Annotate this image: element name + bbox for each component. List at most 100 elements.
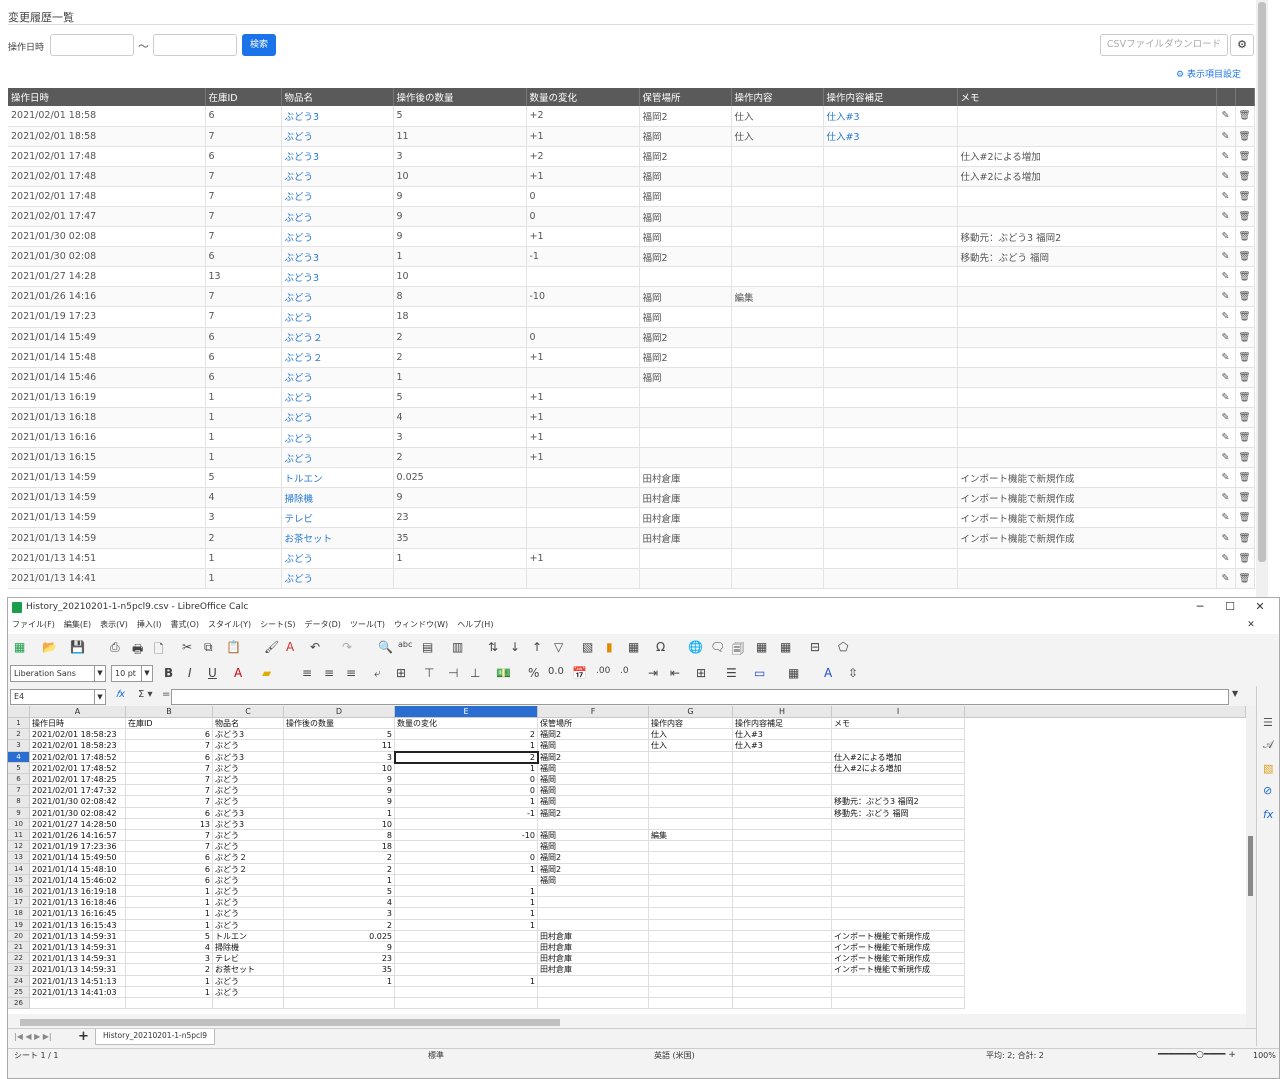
- merge-center-icon[interactable]: ⊞: [396, 666, 406, 680]
- cell-f3[interactable]: 福岡: [538, 740, 649, 752]
- cell-d8[interactable]: 9: [284, 796, 395, 808]
- cell-e16[interactable]: 1: [395, 886, 538, 898]
- item-name-link[interactable]: ぶどう: [281, 166, 394, 187]
- row-header[interactable]: 23: [8, 964, 30, 976]
- item-name-link[interactable]: ぶどう3: [281, 246, 394, 268]
- edit-icon[interactable]: ✎: [1216, 427, 1236, 449]
- cell-e26[interactable]: [395, 998, 538, 1010]
- trash-icon[interactable]: 🗑: [1235, 206, 1255, 228]
- cell-h25[interactable]: [733, 986, 832, 998]
- spreadsheet-grid[interactable]: A B C D E F G H I 1 操作日時 在庫ID 物品名 操作後の数量 数量の変化 保管場所 操作内容…: [8, 706, 1246, 1014]
- row-header[interactable]: 25: [8, 986, 30, 998]
- edit-icon[interactable]: ✎: [1216, 467, 1236, 489]
- cell-f17[interactable]: [538, 897, 649, 909]
- edit-icon[interactable]: ✎: [1216, 367, 1236, 388]
- cell-b23[interactable]: 2: [126, 964, 213, 976]
- cell-c9[interactable]: ぶどう3: [213, 807, 284, 819]
- item-name-link[interactable]: ぶどう: [281, 306, 394, 328]
- gallery-icon[interactable]: ▧: [1263, 762, 1273, 775]
- image-icon[interactable]: ▧: [582, 640, 593, 654]
- menu-item[interactable]: ツール(T): [350, 620, 385, 629]
- cell-e20[interactable]: [395, 930, 538, 942]
- cell-i19[interactable]: [832, 919, 965, 931]
- item-name-link[interactable]: ぶどう: [281, 407, 394, 429]
- trash-icon[interactable]: 🗑: [1235, 527, 1255, 549]
- font-name-box[interactable]: Liberation Sans ▼: [10, 665, 106, 682]
- close-icon[interactable]: ✕: [1245, 598, 1275, 616]
- decrease-indent-icon[interactable]: ⇤: [670, 666, 680, 680]
- item-name-link[interactable]: ぶどう: [281, 568, 394, 589]
- cell-g8[interactable]: [649, 796, 733, 808]
- row-header[interactable]: 1: [8, 718, 30, 730]
- add-sheet-icon[interactable]: +: [78, 1029, 89, 1044]
- row-header[interactable]: 20: [8, 930, 30, 942]
- cell-g10[interactable]: [649, 818, 733, 830]
- cell-a23[interactable]: 2021/01/13 14:59:31: [30, 964, 126, 976]
- cell-c20[interactable]: トルエン: [213, 930, 284, 942]
- cell-a18[interactable]: 2021/01/13 16:16:45: [30, 908, 126, 920]
- row-header[interactable]: 21: [8, 942, 30, 954]
- cell-a9[interactable]: 2021/01/30 02:08:42: [30, 807, 126, 819]
- cell-f6[interactable]: 福岡: [538, 774, 649, 786]
- cell-b2[interactable]: 6: [126, 729, 213, 741]
- cell-e6[interactable]: 0: [395, 774, 538, 786]
- cell-f7[interactable]: 福岡: [538, 785, 649, 797]
- edit-icon[interactable]: ✎: [1216, 246, 1236, 268]
- operation-detail-link[interactable]: 仕入#3: [823, 106, 958, 127]
- item-name-link[interactable]: トルエン: [281, 467, 394, 489]
- row-header[interactable]: 3: [8, 740, 30, 752]
- align-top-icon[interactable]: ⊤: [424, 666, 434, 680]
- trash-icon[interactable]: 🗑: [1235, 467, 1255, 489]
- edit-icon[interactable]: ✎: [1216, 507, 1236, 529]
- cell-f18[interactable]: [538, 908, 649, 920]
- cell-g21[interactable]: [649, 942, 733, 954]
- underline-icon[interactable]: U: [208, 666, 217, 680]
- edit-icon[interactable]: ✎: [1216, 166, 1236, 187]
- cell-e13[interactable]: 0: [395, 852, 538, 864]
- cell-c17[interactable]: ぶどう: [213, 897, 284, 909]
- cell-g5[interactable]: [649, 762, 733, 774]
- center-vertically-icon[interactable]: ⊣: [448, 666, 458, 680]
- cell-b24[interactable]: 1: [126, 975, 213, 987]
- item-name-link[interactable]: ぶどう: [281, 206, 394, 228]
- row-header[interactable]: 8: [8, 796, 30, 808]
- currency-format-icon[interactable]: 💵: [496, 666, 511, 680]
- cell-c3[interactable]: ぶどう: [213, 740, 284, 752]
- item-name-link[interactable]: ぶどう２: [281, 327, 394, 348]
- cell-i20[interactable]: インポート機能で新規作成: [832, 930, 965, 942]
- cell-e9[interactable]: -1: [395, 807, 538, 819]
- column-header-a[interactable]: A: [30, 706, 126, 718]
- item-name-link[interactable]: ぶどう: [281, 186, 394, 207]
- cell-e11[interactable]: -10: [395, 830, 538, 842]
- cell-f24[interactable]: [538, 975, 649, 987]
- conditional-icon[interactable]: ▦: [788, 666, 799, 680]
- cell-c23[interactable]: お茶セット: [213, 964, 284, 976]
- menu-item[interactable]: スタイル(Y): [208, 620, 251, 629]
- cell-e12[interactable]: [395, 841, 538, 853]
- cell-a7[interactable]: 2021/02/01 17:47:32: [30, 785, 126, 797]
- align-left-icon[interactable]: ≡: [302, 666, 312, 680]
- edit-icon[interactable]: ✎: [1216, 226, 1236, 248]
- edit-icon[interactable]: ✎: [1216, 126, 1236, 147]
- item-name-link[interactable]: ぶどう: [281, 447, 394, 469]
- cell-e8[interactable]: 1: [395, 796, 538, 808]
- cell-g3[interactable]: 仕入: [649, 740, 733, 752]
- print-preview-icon[interactable]: 🗋: [154, 640, 164, 661]
- cell-e22[interactable]: [395, 953, 538, 965]
- cell-i7[interactable]: [832, 785, 965, 797]
- cell-b26[interactable]: [126, 998, 213, 1010]
- row-header[interactable]: 2: [8, 729, 30, 741]
- font-color-icon[interactable]: A: [234, 666, 242, 680]
- name-box[interactable]: E4 ▼: [10, 689, 106, 705]
- date-format-icon[interactable]: 📅: [572, 666, 587, 680]
- cell-b14[interactable]: 6: [126, 863, 213, 875]
- cell-i13[interactable]: [832, 852, 965, 864]
- cell-d1[interactable]: 操作後の数量: [284, 718, 395, 730]
- cell-a19[interactable]: 2021/01/13 16:15:43: [30, 919, 126, 931]
- percent-format-icon[interactable]: %: [528, 666, 539, 680]
- borders-icon[interactable]: ⊞: [696, 666, 706, 680]
- cell-c22[interactable]: テレビ: [213, 953, 284, 965]
- cell-g22[interactable]: [649, 953, 733, 965]
- cell-b12[interactable]: 7: [126, 841, 213, 853]
- cell-i12[interactable]: [832, 841, 965, 853]
